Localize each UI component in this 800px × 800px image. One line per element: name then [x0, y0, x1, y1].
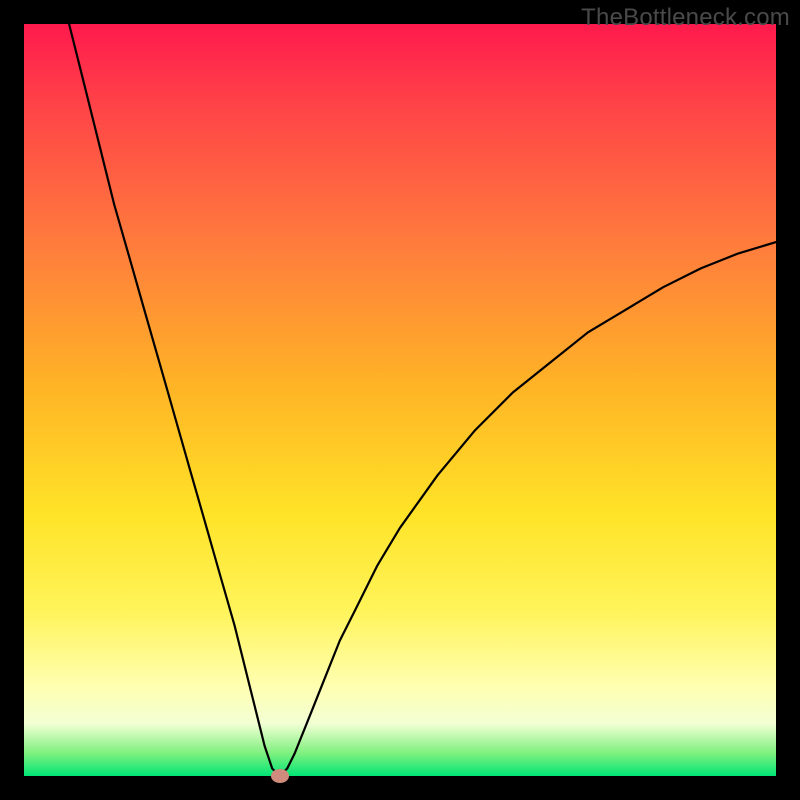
bottleneck-curve	[24, 24, 776, 776]
watermark-text: TheBottleneck.com	[581, 4, 790, 32]
optimal-point-marker	[271, 769, 289, 783]
